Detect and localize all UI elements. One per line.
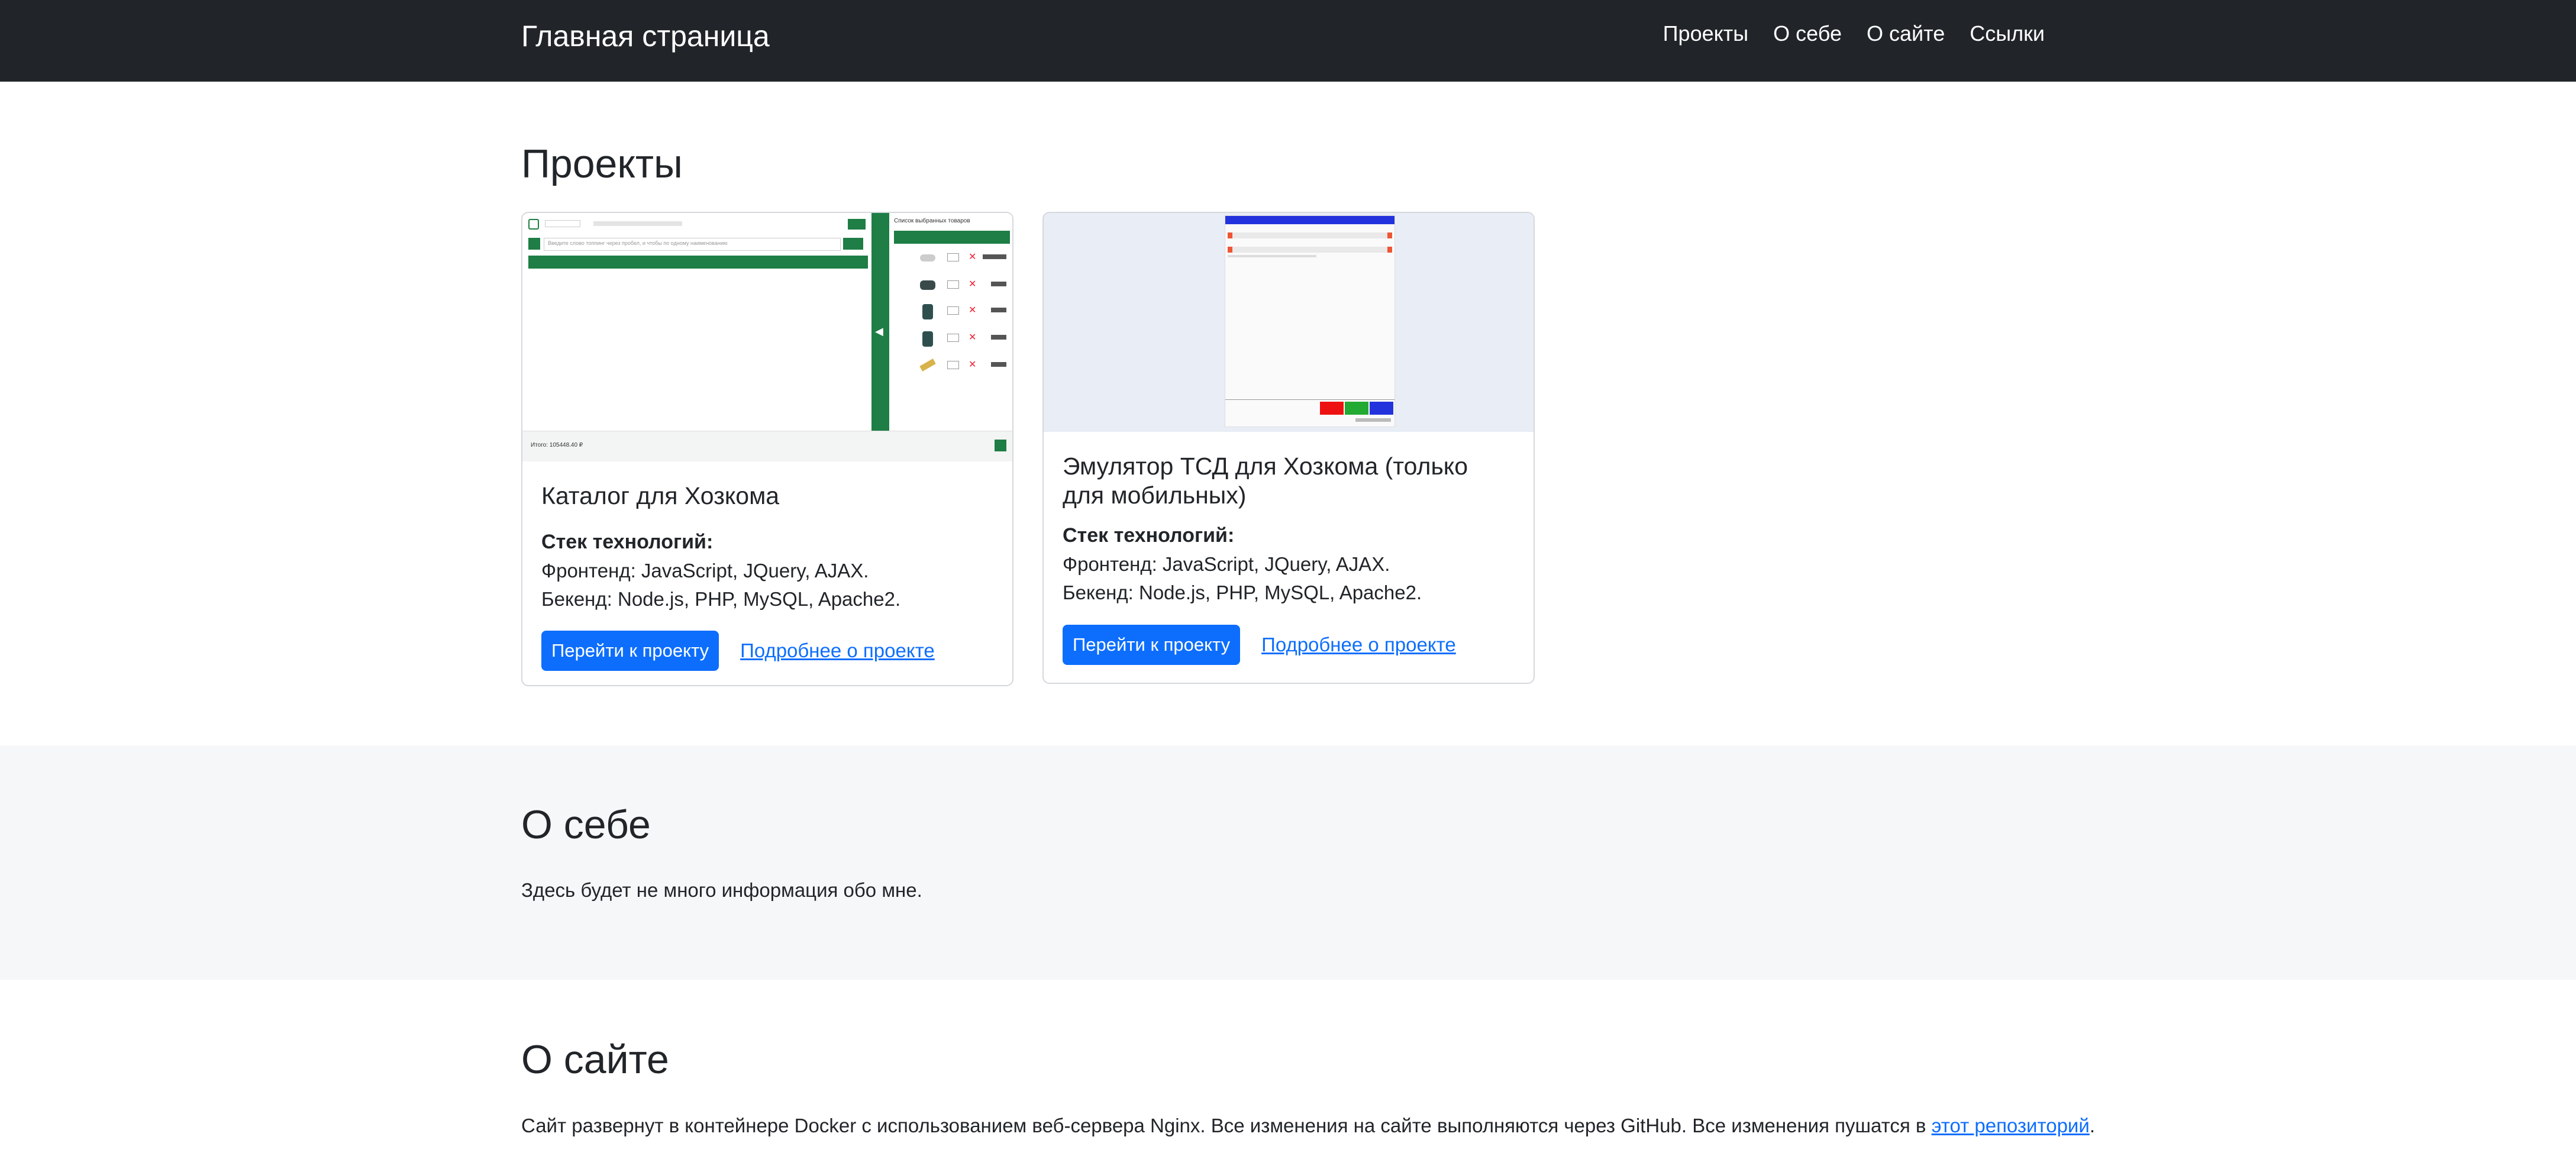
frontend-stack: Фронтенд: JavaScript, JQuery, AJAX. bbox=[1063, 553, 1390, 575]
about-me-text: Здесь будет не много информация обо мне. bbox=[521, 879, 922, 901]
stack-label: Стек технологий: bbox=[1063, 524, 1235, 547]
about-site-period: . bbox=[2089, 1115, 2095, 1136]
backend-stack: Бекенд: Node.js, PHP, MySQL, Apache2. bbox=[1063, 581, 1422, 603]
go-to-project-button[interactable]: Перейти к проекту bbox=[1063, 624, 1241, 665]
nav-link-projects[interactable]: Проекты bbox=[1663, 21, 1748, 46]
navbar-brand[interactable]: Главная страница bbox=[521, 19, 770, 53]
card-title: Каталог для Хозкома bbox=[541, 482, 780, 509]
backend-stack: Бекенд: Node.js, PHP, MySQL, Apache2. bbox=[541, 587, 901, 610]
about-me-section bbox=[0, 745, 2576, 980]
catalog-search-placeholder: Введите слово топпинг через пробел, и чт… bbox=[548, 240, 728, 246]
about-me-title: О себе bbox=[521, 802, 651, 847]
projects-title: Проекты bbox=[521, 141, 683, 186]
card-actions: Перейти к проекту Подробнее о проекте bbox=[1063, 624, 1515, 665]
about-site-description: Сайт развернут в контейнере Docker с исп… bbox=[521, 1115, 1932, 1136]
project-preview-catalog[interactable]: Введите слово топпинг через пробел, и чт… bbox=[522, 213, 1012, 461]
card-actions: Перейти к проекту Подробнее о проекте bbox=[541, 631, 993, 671]
catalog-total: Итого: 105448.40 ₽ bbox=[531, 442, 583, 448]
nav-link-links[interactable]: Ссылки bbox=[1970, 21, 2045, 46]
frontend-stack: Фронтенд: JavaScript, JQuery, AJAX. bbox=[541, 559, 869, 582]
stack-label: Стек технологий: bbox=[541, 531, 714, 554]
repository-link[interactable]: этот репозиторий bbox=[1932, 1115, 2090, 1136]
tsd-screenshot bbox=[1044, 213, 1534, 432]
catalog-sidebar-title: Список выбранных товаров bbox=[894, 218, 970, 224]
catalog-screenshot: Введите слово топпинг через пробел, и чт… bbox=[522, 213, 1012, 461]
about-site-text: Сайт развернут в контейнере Docker с исп… bbox=[521, 1115, 2095, 1137]
card-title: Эмулятор ТСД для Хозкома (только для моб… bbox=[1063, 453, 1468, 509]
nav-link-about-site[interactable]: О сайте bbox=[1867, 21, 1945, 46]
nav-link-about-me[interactable]: О себе bbox=[1773, 21, 1842, 46]
about-site-title: О сайте bbox=[521, 1037, 669, 1082]
top-navbar: Главная страница Проекты О себе О сайте … bbox=[0, 0, 2576, 82]
project-card-catalog: Введите слово топпинг через пробел, и чт… bbox=[521, 212, 1013, 686]
go-to-project-button[interactable]: Перейти к проекту bbox=[541, 631, 719, 671]
project-details-link[interactable]: Подробнее о проекте bbox=[740, 640, 935, 662]
project-preview-tsd[interactable] bbox=[1044, 213, 1534, 432]
navbar-links: Проекты О себе О сайте Ссылки bbox=[1663, 21, 2045, 46]
collapse-arrow-icon: ◀ bbox=[875, 325, 883, 337]
project-details-link[interactable]: Подробнее о проекте bbox=[1261, 634, 1456, 656]
project-card-tsd-emulator: Эмулятор ТСД для Хозкома (только для моб… bbox=[1042, 212, 1535, 684]
